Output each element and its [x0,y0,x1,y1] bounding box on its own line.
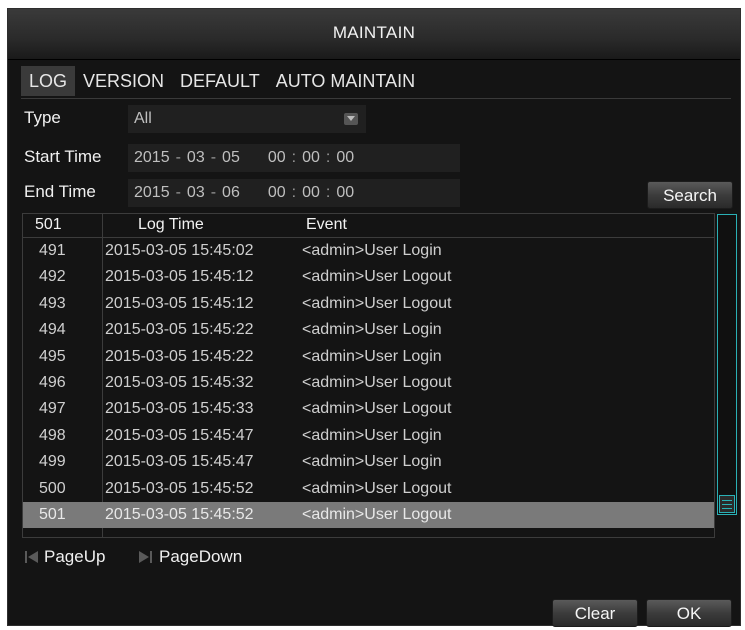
log-row-time: 2015-03-05 15:45:52 [105,479,254,497]
page-up-icon [24,550,40,564]
window-title: MAINTAIN [332,23,416,42]
log-row-number: 493 [39,294,66,312]
title-bar: MAINTAIN [8,9,740,60]
log-row-event: <admin>User Logout [302,479,452,497]
end-minute[interactable]: 00 [302,179,320,207]
type-label: Type [24,108,61,127]
page-up-label: PageUp [44,547,106,566]
log-row-time: 2015-03-05 15:45:12 [105,294,254,312]
start-day[interactable]: 05 [222,144,240,172]
log-row-event: <admin>User Logout [302,506,452,523]
dropdown-arrow-icon [344,113,358,125]
log-row-time: 2015-03-05 15:45:47 [105,453,254,471]
header-count: 501 [35,216,62,233]
log-row[interactable]: 498 2015-03-05 15:45:47 <admin>User Login [23,423,714,449]
start-second[interactable]: 00 [336,144,354,172]
end-day[interactable]: 06 [222,179,240,207]
log-table: 501 Log Time Event 491 2015-03-05 15:45:0… [22,213,715,538]
start-hour[interactable]: 00 [268,144,286,172]
clear-button[interactable]: Clear [552,599,638,627]
log-table-header: 501 Log Time Event [23,214,714,238]
log-row-event: <admin>User Logout [302,374,452,391]
page-down-button[interactable]: PageDown [139,544,242,570]
date-separator: - [175,149,181,166]
header-log-time: Log Time [138,216,204,233]
log-row[interactable]: 501 2015-03-05 15:45:52 <admin>User Logout [23,502,714,528]
log-scrollbar[interactable] [717,214,737,515]
log-row-time: 2015-03-05 15:45:02 [105,242,254,259]
start-minute[interactable]: 00 [302,144,320,172]
log-row-time: 2015-03-05 15:45:33 [105,400,254,418]
log-row-time: 2015-03-05 15:45:12 [105,268,254,286]
log-row-event: <admin>User Logout [302,268,452,286]
time-separator: : [325,149,331,166]
log-row[interactable]: 497 2015-03-05 15:45:33 <admin>User Logout [23,396,714,422]
log-row-number: 501 [39,506,66,523]
ok-button[interactable]: OK [646,599,732,627]
log-row-number: 491 [39,242,66,259]
page-up-button[interactable]: PageUp [24,544,105,570]
log-row[interactable]: 492 2015-03-05 15:45:12 <admin>User Logout [23,264,714,290]
log-row[interactable]: 494 2015-03-05 15:45:22 <admin>User Login [23,317,714,343]
start-year[interactable]: 2015 [134,144,170,172]
log-row-time: 2015-03-05 15:45:52 [105,506,254,523]
log-row-number: 499 [39,453,66,471]
tab-log[interactable]: LOG [21,66,76,96]
search-button[interactable]: Search [647,181,733,209]
end-time-field[interactable]: 2015-03-06 00:00:00 [128,179,460,207]
start-time-label: Start Time [24,147,102,166]
log-row[interactable]: 493 2015-03-05 15:45:12 <admin>User Logout [23,291,714,317]
tab-auto-maintain[interactable]: AUTO MAINTAIN [268,66,423,96]
log-row[interactable]: 500 2015-03-05 15:45:52 <admin>User Logout [23,476,714,502]
scroll-thumb[interactable] [719,495,735,513]
log-row-number: 492 [39,268,66,286]
log-row[interactable]: 495 2015-03-05 15:45:22 <admin>User Login [23,344,714,370]
time-separator: : [291,149,297,166]
type-select-value: All [134,110,152,127]
end-second[interactable]: 00 [336,179,354,207]
maintain-window: MAINTAIN LOG VERSION DEFAULT AUTO MAINTA… [7,8,741,627]
log-row-event: <admin>User Login [302,426,442,444]
tab-default[interactable]: DEFAULT [172,66,268,96]
end-year[interactable]: 2015 [134,179,170,207]
tab-version[interactable]: VERSION [75,66,172,96]
log-row-number: 497 [39,400,66,418]
log-row-number: 498 [39,426,66,444]
end-hour[interactable]: 00 [268,179,286,207]
log-row-event: <admin>User Login [302,242,442,259]
start-time-field[interactable]: 2015-03-05 00:00:00 [128,144,460,172]
log-row-time: 2015-03-05 15:45:22 [105,347,254,365]
start-month[interactable]: 03 [187,144,205,172]
date-separator: - [175,184,181,201]
log-row-event: <admin>User Login [302,347,442,365]
log-row[interactable]: 499 2015-03-05 15:45:47 <admin>User Login [23,449,714,475]
log-row-number: 500 [39,479,66,497]
tab-divider [21,98,731,99]
date-separator: - [210,149,217,166]
log-row-event: <admin>User Login [302,453,442,471]
log-row-event: <admin>User Logout [302,400,452,418]
page-down-icon [139,550,155,564]
log-row-number: 495 [39,347,66,365]
page-down-label: PageDown [159,547,243,566]
log-row-time: 2015-03-05 15:45:22 [105,321,254,339]
time-separator: : [325,184,331,201]
date-separator: - [210,184,217,201]
log-row-time: 2015-03-05 15:45:47 [105,426,254,444]
log-row-time: 2015-03-05 15:45:32 [105,374,254,391]
header-event: Event [306,216,347,233]
log-row[interactable]: 491 2015-03-05 15:45:02 <admin>User Login [23,238,714,264]
log-row-event: <admin>User Login [302,321,442,339]
end-month[interactable]: 03 [187,179,205,207]
log-row[interactable]: 496 2015-03-05 15:45:32 <admin>User Logout [23,370,714,396]
log-row-number: 496 [39,374,66,391]
tab-bar: LOG VERSION DEFAULT AUTO MAINTAIN [21,66,731,96]
time-separator: : [291,184,297,201]
type-select[interactable]: All [128,105,366,133]
log-row-event: <admin>User Logout [302,294,452,312]
end-time-label: End Time [24,182,96,201]
log-row-number: 494 [39,321,66,339]
